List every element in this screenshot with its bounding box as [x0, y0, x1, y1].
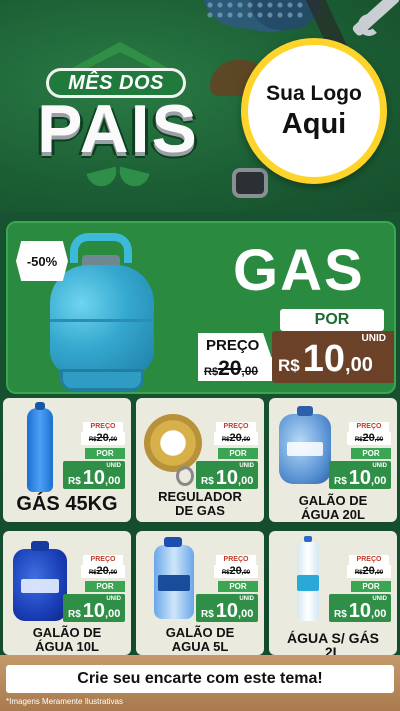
product-card[interactable]: PREÇO R$ 20,00 POR UNID R$ 10,00 ÁGUA S/ G… [269, 531, 397, 655]
gas-cylinder-45kg-icon [7, 402, 67, 492]
watch-icon [232, 168, 268, 198]
old-price-currency: R$ [204, 366, 219, 378]
product-card[interactable]: PREÇO R$ 20,00 POR UNID R$ 10,00 REGULADOR… [136, 398, 264, 522]
new-price-value: 10 [302, 338, 346, 380]
old-price-cents: ,00 [241, 364, 259, 378]
old-price: R$ 20,00 [347, 565, 391, 578]
preco-label: PREÇO [198, 333, 272, 359]
old-price-value: 20 [218, 357, 242, 380]
new-price: UNID R$ 10,00 [196, 594, 258, 622]
new-price-currency: R$ [278, 356, 300, 375]
price-tag: PREÇO R$ 20,00 POR UNID R$ 10,00 [63, 555, 127, 622]
por-label: POR [218, 448, 258, 459]
product-name: GALÃO DE AGUA 5L [165, 625, 235, 654]
flyer-page: { "header": { "campaign_top": "MÊS DOS",… [0, 0, 400, 711]
product-card[interactable]: PREÇO R$ 20,00 POR UNID R$ 10,00 GALÃO DE … [3, 531, 131, 655]
product-name: GALÃO DE ÁGUA 10L [32, 625, 102, 654]
old-price: R$ 20,00 [81, 565, 125, 578]
por-label: POR [218, 581, 258, 592]
price-tag: PREÇO R$ 20,00 POR UNID R$ 10,00 [63, 422, 127, 489]
new-price: UNID R$ 10,00 [196, 461, 258, 489]
featured-title: GAS [233, 238, 365, 303]
header-banner: MÊS DOS PAIS Sua Logo Aqui [0, 0, 400, 212]
logo-line2: Aqui [281, 108, 347, 140]
new-price: UNID R$ 10,00 [329, 594, 391, 622]
wrench-head-icon [358, 14, 380, 36]
por-label: POR [280, 309, 384, 331]
product-card[interactable]: PREÇO R$ 20,00 POR UNID R$ 10,00 GALÃO DE … [269, 398, 397, 522]
por-label: POR [351, 448, 391, 459]
new-price: UNID R$ 10 ,00 [272, 331, 394, 383]
water-jug-5l-icon [140, 537, 200, 623]
unit-label: UNID [361, 333, 386, 344]
price-tag: PREÇO R$ 20,00 POR UNID R$ 10,00 [196, 555, 260, 622]
new-price-cents: ,00 [345, 354, 373, 376]
old-price: R$ 20,00 [214, 432, 258, 445]
new-price: UNID R$ 10,00 [329, 461, 391, 489]
por-label: POR [85, 448, 125, 459]
water-jug-20l-icon [273, 404, 333, 490]
product-name: GÁS 45KG [16, 493, 118, 515]
por-label: POR [85, 581, 125, 592]
mustache-icon [88, 170, 148, 188]
preco-label: PREÇO [216, 422, 256, 432]
old-price: R$ 20,00 [214, 565, 258, 578]
new-price: UNID R$ 10,00 [63, 594, 125, 622]
logo-line1: Sua Logo [266, 82, 362, 105]
tie-pattern [205, 0, 305, 20]
por-label: POR [351, 581, 391, 592]
campaign-main-text: PAIS [37, 91, 199, 167]
featured-product-card[interactable]: -50% GAS POR PREÇO R$ 20 ,00 UNID R$ 10 … [6, 221, 396, 394]
product-name: REGULADOR DE GAS [158, 489, 242, 518]
old-price: R$ 20,00 [347, 432, 391, 445]
old-price: R$ 20,00 [81, 432, 125, 445]
preco-label: PREÇO [83, 422, 123, 432]
preco-label: PREÇO [349, 422, 389, 432]
product-card[interactable]: PREÇO R$ 20,00 POR UNID R$ 10,00 GÁS 45KG [3, 398, 131, 522]
preco-label: PREÇO [216, 555, 256, 565]
campaign-logo: MÊS DOS PAIS [8, 42, 218, 202]
discount-badge: -50% [16, 241, 68, 281]
price-tag: PREÇO R$ 20,00 POR UNID R$ 10,00 [329, 422, 393, 489]
cta-button[interactable]: Crie seu encarte com este tema! [6, 665, 394, 693]
water-bottle-2l-icon [273, 536, 333, 623]
product-name: GALÃO DE ÁGUA 20L [298, 493, 368, 522]
disclaimer-text: *Imagens Meramente Ilustrativas [6, 697, 123, 706]
preco-label: PREÇO [349, 555, 389, 565]
gas-regulator-icon [140, 404, 202, 490]
product-name: ÁGUA S/ GÁS 2L [286, 630, 380, 655]
new-price: UNID R$ 10,00 [63, 461, 125, 489]
price-tag: PREÇO R$ 20,00 POR UNID R$ 10,00 [329, 555, 393, 622]
price-tag: PREÇO R$ 20,00 POR UNID R$ 10,00 [196, 422, 260, 489]
preco-label: PREÇO [83, 555, 123, 565]
product-card[interactable]: PREÇO R$ 20,00 POR UNID R$ 10,00 GALÃO DE … [136, 531, 264, 655]
old-price: R$ 20 ,00 [198, 357, 278, 381]
store-logo-placeholder[interactable]: Sua Logo Aqui [241, 38, 387, 184]
water-jug-10l-icon [7, 537, 67, 623]
